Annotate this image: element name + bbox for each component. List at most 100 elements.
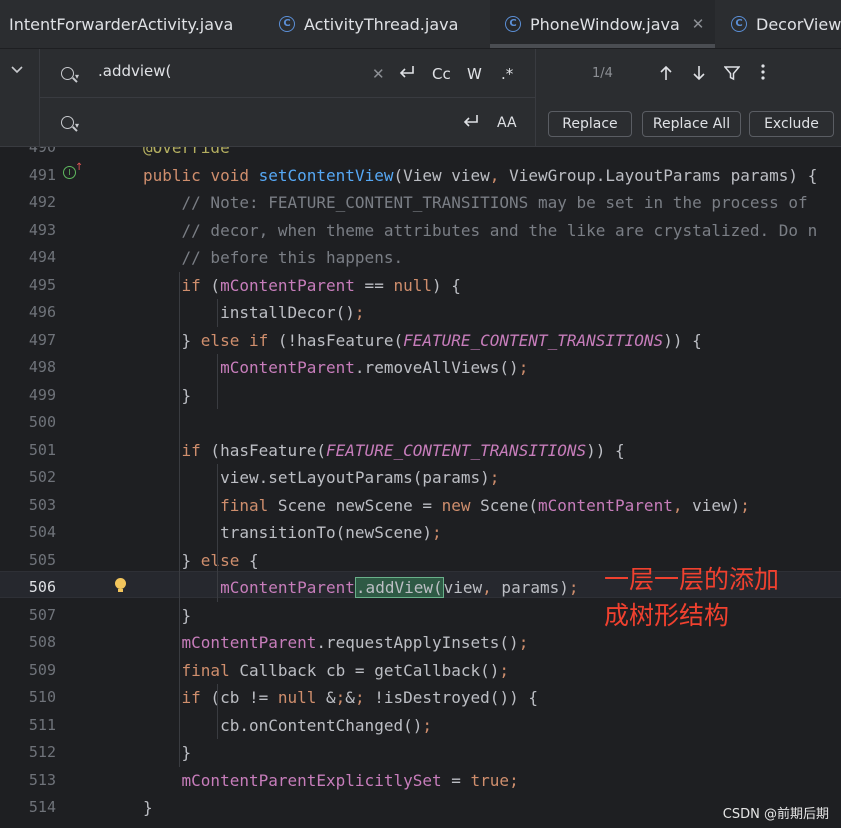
code-text[interactable]: installDecor(); [143, 299, 365, 327]
code-line[interactable]: 513 mContentParentExplicitlySet = true; [0, 767, 841, 795]
code-line[interactable]: 503 final Scene newScene = new Scene(mCo… [0, 492, 841, 520]
code-line[interactable]: 509 final Callback cb = getCallback(); [0, 657, 841, 685]
code-line[interactable]: 504 transitionTo(newScene); [0, 519, 841, 547]
code-line[interactable]: 490 @Override [0, 147, 841, 162]
more-options-icon[interactable] [760, 63, 766, 85]
line-number[interactable]: 498 [0, 354, 56, 382]
code-line[interactable]: 500 [0, 409, 841, 437]
code-text[interactable]: } [143, 382, 192, 410]
code-line[interactable]: 499 } [0, 382, 841, 410]
tab-phonewindow[interactable]: C PhoneWindow.java ✕ [490, 0, 715, 48]
tab-intentforwarderactivity[interactable]: IntentForwarderActivity.java [9, 0, 233, 48]
replace-button[interactable]: Replace [548, 111, 632, 137]
code-text[interactable]: final Callback cb = getCallback(); [143, 657, 510, 685]
code-text[interactable]: transitionTo(newScene); [143, 519, 442, 547]
chevron-down-icon[interactable] [10, 63, 24, 79]
code-text[interactable]: } else { [143, 547, 259, 575]
code-text[interactable]: } [143, 602, 192, 630]
match-case-toggle[interactable]: Cc [432, 65, 451, 83]
code-line[interactable]: 491 public void setContentView(View view,… [0, 162, 841, 190]
line-number[interactable]: 508 [0, 629, 56, 657]
words-toggle[interactable]: W [467, 65, 482, 83]
code-text[interactable]: // decor, when theme attributes and the … [143, 217, 818, 245]
code-line[interactable]: 512 } [0, 739, 841, 767]
line-number[interactable]: 501 [0, 437, 56, 465]
code-line[interactable]: 514} [0, 794, 841, 822]
clear-icon[interactable]: ✕ [372, 65, 385, 83]
line-number[interactable]: 495 [0, 272, 56, 300]
line-number[interactable]: 513 [0, 767, 56, 795]
replace-search-icon[interactable] [61, 116, 74, 129]
new-line-icon[interactable] [461, 112, 481, 134]
code-text[interactable]: mContentParent.removeAllViews(); [143, 354, 528, 382]
indent-guide [217, 464, 218, 574]
code-text[interactable]: if (cb != null &;&; !isDestroyed()) { [143, 684, 538, 712]
line-number[interactable]: 502 [0, 464, 56, 492]
line-number[interactable]: 497 [0, 327, 56, 355]
code-line[interactable]: 511 cb.onContentChanged(); [0, 712, 841, 740]
replace-all-button[interactable]: Replace All [642, 111, 741, 137]
tab-activitythread[interactable]: C ActivityThread.java [279, 0, 458, 48]
regex-toggle[interactable]: .* [501, 65, 513, 83]
line-number[interactable]: 507 [0, 602, 56, 630]
code-editor[interactable]: 490 @Override 491 public void setContentVie… [0, 147, 841, 828]
history-dropdown-icon[interactable]: ▾ [75, 121, 79, 130]
code-text[interactable]: cb.onContentChanged(); [143, 712, 432, 740]
code-text[interactable]: if (hasFeature(FEATURE_CONTENT_TRANSITIO… [143, 437, 625, 465]
line-number[interactable]: 505 [0, 547, 56, 575]
line-number[interactable]: 493 [0, 217, 56, 245]
line-number[interactable]: 509 [0, 657, 56, 685]
line-number[interactable]: 511 [0, 712, 56, 740]
code-line[interactable]: 497 } else if (!hasFeature(FEATURE_CONTE… [0, 327, 841, 355]
code-line[interactable]: 502 view.setLayoutParams(params); [0, 464, 841, 492]
code-line[interactable]: 498 mContentParent.removeAllViews(); [0, 354, 841, 382]
code-text[interactable]: // Note: FEATURE_CONTENT_TRANSITIONS may… [143, 189, 808, 217]
code-text[interactable]: } [143, 794, 153, 822]
code-text[interactable]: mContentParent.addView(view, params); [143, 574, 579, 602]
code-text[interactable]: view.setLayoutParams(params); [143, 464, 499, 492]
code-text[interactable]: mContentParent.requestApplyInsets(); [143, 629, 529, 657]
code-line[interactable]: 492 // Note: FEATURE_CONTENT_TRANSITIONS… [0, 189, 841, 217]
line-number[interactable]: 490 [0, 147, 56, 162]
code-line[interactable]: 496 installDecor(); [0, 299, 841, 327]
line-number[interactable]: 512 [0, 739, 56, 767]
code-text[interactable]: } [143, 739, 192, 767]
previous-occurrence-icon[interactable] [659, 64, 673, 86]
code-text[interactable]: mContentParentExplicitlySet = true; [143, 767, 519, 795]
history-dropdown-icon[interactable]: ▾ [75, 72, 79, 81]
code-line[interactable]: 508 mContentParent.requestApplyInsets(); [0, 629, 841, 657]
code-text[interactable]: @Override [143, 147, 230, 162]
code-line[interactable]: 493 // decor, when theme attributes and … [0, 217, 841, 245]
line-number[interactable]: 500 [0, 409, 56, 437]
line-number[interactable]: 492 [0, 189, 56, 217]
code-line[interactable]: 510 if (cb != null &;&; !isDestroyed()) … [0, 684, 841, 712]
filter-icon[interactable] [723, 64, 741, 86]
lightbulb-icon[interactable] [115, 578, 126, 592]
search-icon[interactable] [61, 67, 74, 80]
line-number[interactable]: 499 [0, 382, 56, 410]
code-text[interactable]: public void setContentView(View view, Vi… [143, 162, 817, 190]
code-line[interactable]: 495 if (mContentParent == null) { [0, 272, 841, 300]
line-number[interactable]: 503 [0, 492, 56, 520]
code-text[interactable]: final Scene newScene = new Scene(mConten… [143, 492, 750, 520]
code-line[interactable]: 494 // before this happens. [0, 244, 841, 272]
line-number[interactable]: 496 [0, 299, 56, 327]
line-number[interactable]: 491 [0, 162, 56, 190]
close-icon[interactable]: ✕ [692, 15, 705, 33]
search-input[interactable]: .addview( [98, 62, 171, 80]
exclude-button[interactable]: Exclude [749, 111, 834, 137]
indent-guide [179, 271, 180, 767]
line-number[interactable]: 514 [0, 794, 56, 822]
new-line-icon[interactable] [397, 63, 417, 85]
next-occurrence-icon[interactable] [692, 64, 706, 86]
code-text[interactable]: } else if (!hasFeature(FEATURE_CONTENT_T… [143, 327, 702, 355]
line-number[interactable]: 510 [0, 684, 56, 712]
code-text[interactable]: if (mContentParent == null) { [143, 272, 461, 300]
code-text[interactable]: // before this happens. [143, 244, 404, 272]
line-number[interactable]: 504 [0, 519, 56, 547]
line-number[interactable]: 494 [0, 244, 56, 272]
tab-decorview[interactable]: C DecorView.j [731, 0, 841, 48]
line-number[interactable]: 506 [0, 574, 56, 602]
preserve-case-toggle[interactable]: AA [497, 115, 517, 131]
code-line[interactable]: 501 if (hasFeature(FEATURE_CONTENT_TRANS… [0, 437, 841, 465]
